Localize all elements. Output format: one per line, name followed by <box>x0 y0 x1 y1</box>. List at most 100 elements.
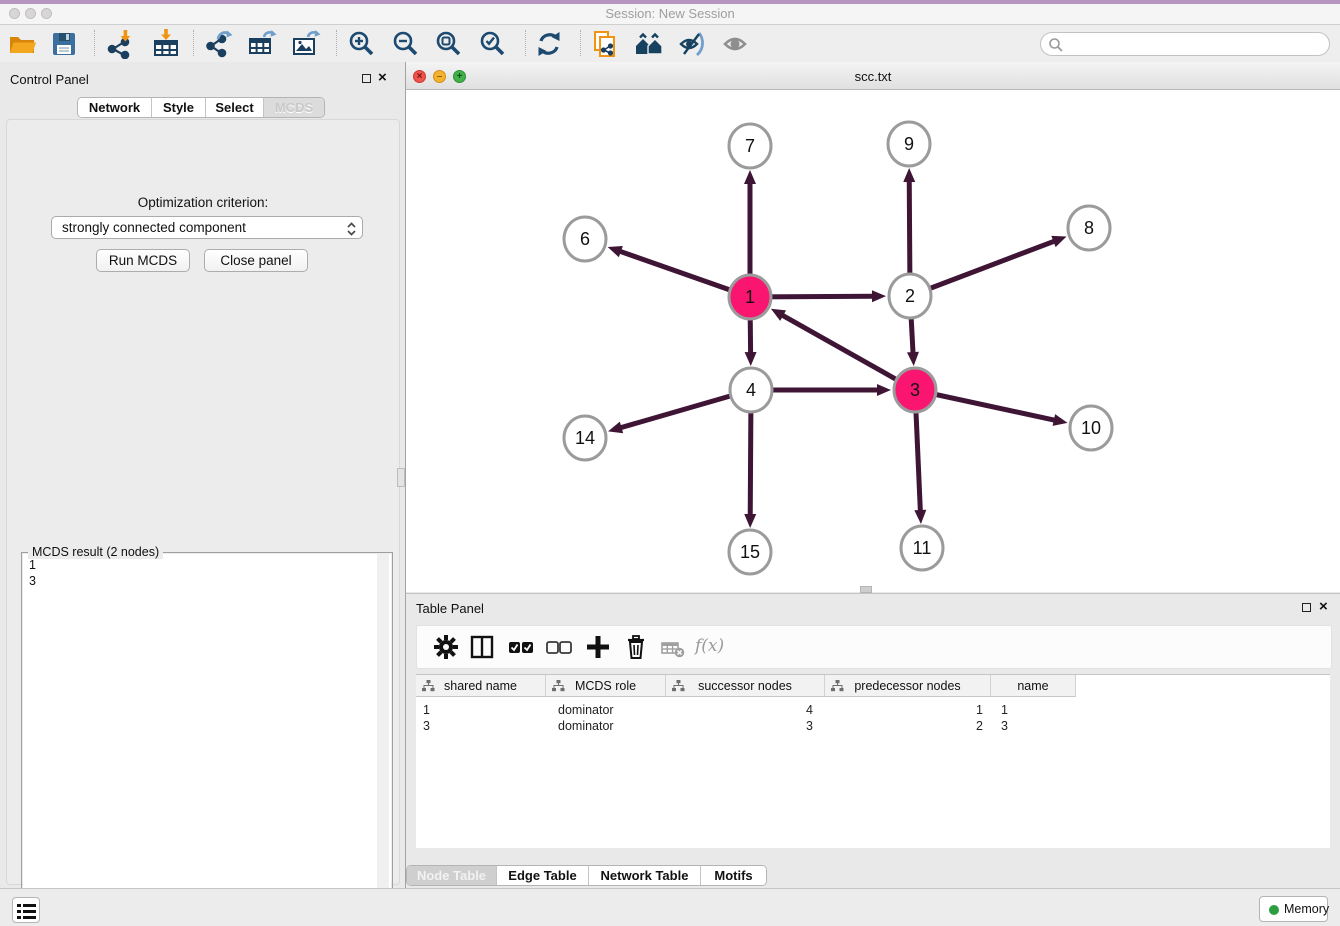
edge-arrowhead <box>745 352 757 366</box>
criterion-select[interactable]: strongly connected component <box>51 216 363 239</box>
table-options-icon[interactable] <box>431 632 461 662</box>
chevron-up-down-icon <box>346 221 357 237</box>
select-all-columns-icon[interactable] <box>506 632 536 662</box>
tab-motifs[interactable]: Motifs <box>701 866 766 885</box>
delete-column-icon[interactable] <box>621 632 651 662</box>
cell-shared-name: 1 <box>416 703 546 719</box>
edge-2-8[interactable] <box>910 241 1055 296</box>
table-row[interactable]: 1dominator411 <box>416 703 1076 719</box>
graph-node-label: 10 <box>1081 418 1101 438</box>
graph-node-label: 2 <box>905 286 915 306</box>
table-tabs: Node TableEdge TableNetwork TableMotifs <box>406 865 767 886</box>
mcds-result-title: MCDS result (2 nodes) <box>28 545 163 559</box>
zoom-selected-icon[interactable] <box>478 29 508 59</box>
tab-network-table[interactable]: Network Table <box>589 866 701 885</box>
memory-button[interactable]: Memory <box>1259 896 1328 922</box>
tab-select[interactable]: Select <box>206 98 264 117</box>
cell-name: 3 <box>991 719 1076 735</box>
run-mcds-button[interactable]: Run MCDS <box>96 249 190 272</box>
cell-name: 1 <box>991 703 1076 719</box>
mcds-result-scrollbar[interactable] <box>377 554 389 926</box>
toolbar-separator <box>193 30 194 56</box>
titlebar-accent <box>0 0 1340 4</box>
edge-arrowhead <box>907 352 919 366</box>
import-network-icon[interactable] <box>105 29 135 59</box>
column-header-successor-nodes[interactable]: successor nodes <box>666 675 825 697</box>
control-panel-float-icon[interactable] <box>362 74 371 83</box>
edge-arrowhead <box>877 384 891 396</box>
cell-predecessor-nodes: 2 <box>825 719 991 735</box>
show-all-icon[interactable] <box>721 29 751 59</box>
tab-edge-table[interactable]: Edge Table <box>497 866 589 885</box>
horizontal-splitter-handle[interactable] <box>860 586 872 593</box>
column-browser-icon[interactable] <box>467 632 497 662</box>
graph-node-label: 7 <box>745 136 755 156</box>
table-header-row: shared nameMCDS rolesuccessor nodesprede… <box>416 675 1076 697</box>
zoom-fit-icon[interactable] <box>434 29 464 59</box>
cell-MCDS-role: dominator <box>546 719 666 735</box>
zoom-in-icon[interactable] <box>347 29 377 59</box>
delete-table-icon[interactable] <box>658 632 688 662</box>
edge-arrowhead <box>903 168 915 182</box>
network-window-titlebar[interactable]: × – + scc.txt <box>406 62 1340 90</box>
column-header-MCDS-role[interactable]: MCDS role <box>546 675 666 697</box>
tab-style[interactable]: Style <box>152 98 206 117</box>
cell-successor-nodes: 4 <box>666 703 825 719</box>
control-panel-tabs: NetworkStyleSelectMCDS <box>77 97 325 118</box>
network-window-title: scc.txt <box>406 69 1340 84</box>
edge-3-1[interactable] <box>781 315 915 390</box>
search-input[interactable] <box>1040 32 1330 56</box>
column-type-icon <box>831 680 844 692</box>
status-bar: Memory <box>0 888 1340 926</box>
cell-MCDS-role: dominator <box>546 703 666 719</box>
export-network-icon[interactable] <box>204 29 234 59</box>
cell-successor-nodes: 3 <box>666 719 825 735</box>
open-session-icon[interactable] <box>7 29 37 59</box>
search-icon <box>1048 37 1064 53</box>
memory-status-icon <box>1269 905 1279 915</box>
table-panel-title: Table Panel <box>416 601 484 616</box>
column-type-icon <box>552 680 565 692</box>
table-row[interactable]: 3dominator323 <box>416 719 1076 735</box>
column-type-icon <box>672 680 685 692</box>
import-table-icon[interactable] <box>151 29 181 59</box>
toolbar-separator <box>336 30 337 56</box>
mcds-result-textarea[interactable]: 1 3 <box>23 554 391 926</box>
network-canvas[interactable]: 7968124314101511 <box>406 90 1340 592</box>
cell-predecessor-nodes: 1 <box>825 703 991 719</box>
hide-selected-icon[interactable] <box>677 29 707 59</box>
add-column-icon[interactable] <box>583 632 613 662</box>
unselect-all-columns-icon[interactable] <box>544 632 574 662</box>
zoom-out-icon[interactable] <box>391 29 421 59</box>
refresh-view-icon[interactable] <box>534 29 564 59</box>
task-history-button[interactable] <box>12 897 40 923</box>
vertical-splitter-handle[interactable] <box>397 468 405 487</box>
graph-node-label: 8 <box>1084 218 1094 238</box>
table-toolbar: f(x) <box>416 625 1332 669</box>
export-table-icon[interactable] <box>247 29 277 59</box>
mcds-result-box: 1 3 MCDS result (2 nodes) <box>21 552 393 926</box>
toolbar-separator <box>94 30 95 56</box>
toolbar-separator <box>580 30 581 56</box>
export-network-to-web-icon[interactable] <box>590 29 620 59</box>
table-panel-close-icon[interactable]: × <box>1319 601 1328 613</box>
tab-node-table[interactable]: Node Table <box>407 866 497 885</box>
function-builder-icon[interactable]: f(x) <box>695 636 725 666</box>
edge-arrowhead <box>1053 414 1068 426</box>
tab-network[interactable]: Network <box>78 98 152 117</box>
table-panel-float-icon[interactable] <box>1302 603 1311 612</box>
graph-node-label: 4 <box>746 380 756 400</box>
first-neighbors-icon[interactable] <box>634 29 664 59</box>
column-header-shared-name[interactable]: shared name <box>416 675 546 697</box>
toolbar-separator <box>525 30 526 56</box>
table-panel: Table Panel × f(x) <box>406 593 1340 888</box>
column-header-name[interactable]: name <box>991 675 1076 697</box>
export-image-icon[interactable] <box>291 29 321 59</box>
close-panel-button[interactable]: Close panel <box>204 249 308 272</box>
column-header-predecessor-nodes[interactable]: predecessor nodes <box>825 675 991 697</box>
edge-arrowhead <box>744 170 756 184</box>
save-session-icon[interactable] <box>49 29 79 59</box>
memory-label: Memory <box>1284 902 1329 916</box>
control-panel-close-icon[interactable]: × <box>378 72 387 84</box>
tab-mcds[interactable]: MCDS <box>264 98 324 117</box>
